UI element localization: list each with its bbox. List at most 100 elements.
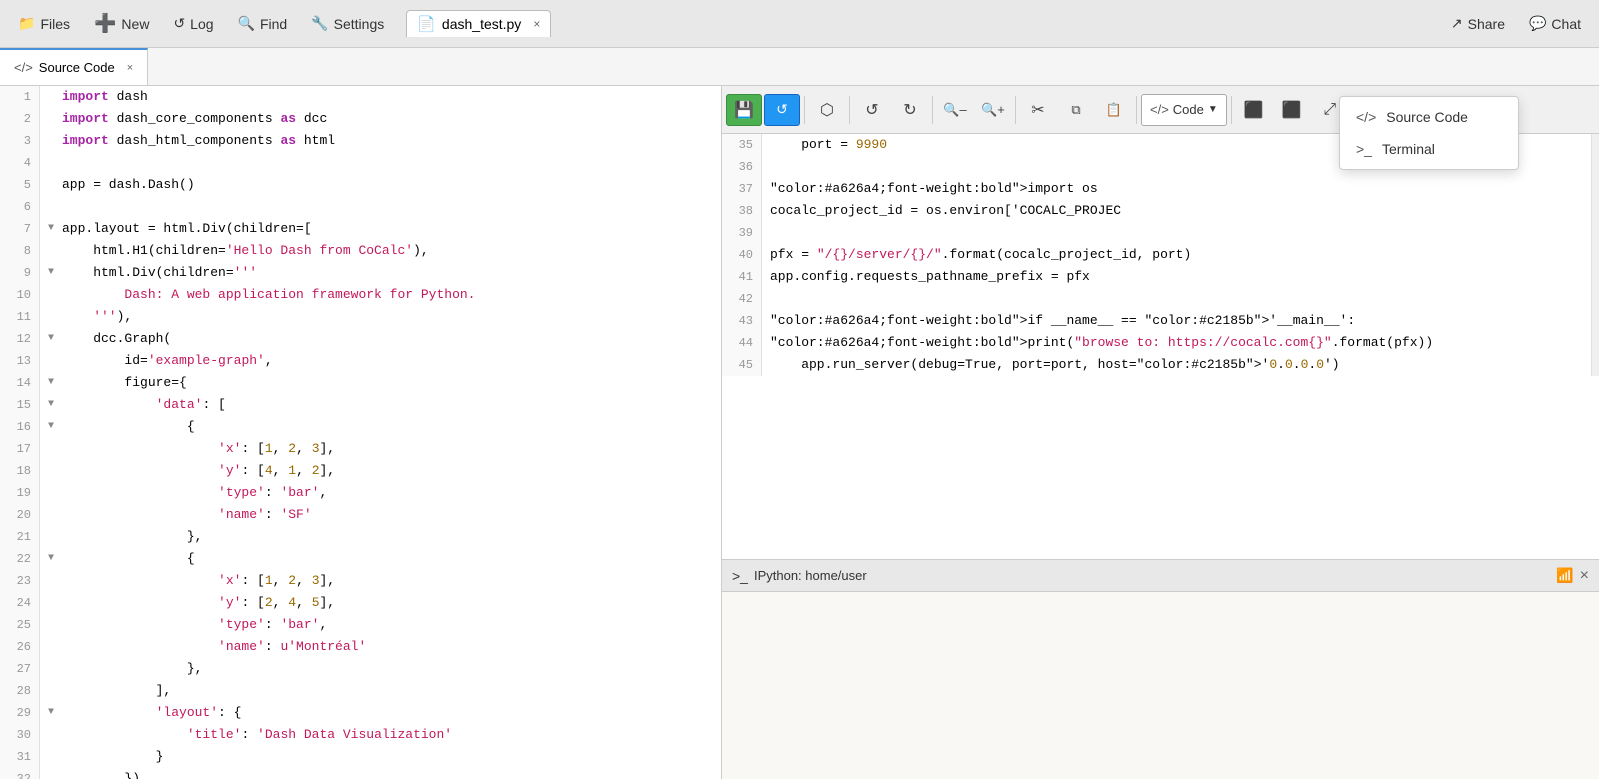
file-tab[interactable]: 📄 dash_test.py × (406, 10, 551, 37)
dropdown-source-code[interactable]: </> Source Code (1340, 101, 1518, 133)
fold-arrow[interactable] (48, 724, 62, 746)
line-number: 13 (4, 350, 31, 372)
code-line: "color:#a626a4;font-weight:bold">print("… (770, 332, 1591, 354)
undo-button[interactable]: ↺ (854, 94, 890, 126)
new-label: New (121, 16, 149, 32)
chat-button[interactable]: 💬 Chat (1519, 11, 1591, 36)
dropdown-terminal[interactable]: >_ Terminal (1340, 133, 1518, 165)
settings-label: Settings (334, 16, 385, 32)
fold-arrow[interactable]: ▼ (48, 394, 62, 416)
fold-arrow[interactable]: ▼ (48, 218, 62, 240)
paste-icon: 📋 (1106, 102, 1122, 118)
code-line: }, (48, 526, 721, 548)
split-vertical-button[interactable]: ⬛ (1274, 94, 1310, 126)
line-number: 7 (4, 218, 31, 240)
right-code-area[interactable]: 3536373839404142434445 port = 9990 "colo… (722, 134, 1599, 559)
code-line: 'name': 'SF' (48, 504, 721, 526)
left-code-area[interactable]: 1234567891011121314151617181920212223242… (0, 86, 721, 779)
right-gutter (1591, 134, 1599, 376)
fold-arrow[interactable] (48, 438, 62, 460)
fold-arrow[interactable] (48, 350, 62, 372)
log-button[interactable]: ↺ Log (163, 11, 223, 36)
fold-arrow[interactable] (48, 196, 62, 218)
fold-arrow[interactable] (48, 768, 62, 779)
toolbar-sep-2 (849, 96, 850, 124)
fold-arrow[interactable] (48, 130, 62, 152)
fold-arrow[interactable] (48, 526, 62, 548)
cut-button[interactable]: ✂ (1020, 94, 1056, 126)
fold-arrow[interactable] (48, 306, 62, 328)
fold-arrow[interactable]: ▼ (48, 702, 62, 724)
line-number: 19 (4, 482, 31, 504)
terminal-menu-icon: >_ (1356, 141, 1372, 157)
fold-arrow[interactable] (48, 482, 62, 504)
zoom-out-icon: 🔍– (943, 102, 966, 118)
code-line: Dash: A web application framework for Py… (48, 284, 721, 306)
line-number: 26 (4, 636, 31, 658)
fold-arrow[interactable] (48, 570, 62, 592)
copy-button[interactable]: ⧉ (1058, 94, 1094, 126)
find-button[interactable]: 🔍 Find (228, 11, 298, 36)
right-line-numbers: 3536373839404142434445 (722, 134, 762, 376)
network-button[interactable]: ⬡ (809, 94, 845, 126)
redo-button[interactable]: ↻ (892, 94, 928, 126)
code-type-dropdown-menu: </> Source Code >_ Terminal (1339, 96, 1519, 170)
line-number: 12 (4, 328, 31, 350)
fold-arrow[interactable] (48, 108, 62, 130)
fold-arrow[interactable]: ▼ (48, 548, 62, 570)
code-line: import dash_core_components as dcc (48, 108, 721, 130)
files-button[interactable]: 📁 Files (8, 11, 80, 36)
fold-arrow[interactable] (48, 504, 62, 526)
fold-arrow[interactable] (48, 152, 62, 174)
terminal-close-button[interactable]: × (1580, 567, 1589, 585)
toolbar-sep-4 (1015, 96, 1016, 124)
fold-arrow[interactable] (48, 680, 62, 702)
fold-arrow[interactable] (48, 174, 62, 196)
source-code-tab[interactable]: </> Source Code × (0, 48, 148, 85)
source-code-menu-icon: </> (1356, 109, 1376, 125)
timetravel-icon: ↺ (776, 101, 788, 118)
share-icon: ↗ (1451, 15, 1463, 32)
fold-arrow[interactable] (48, 86, 62, 108)
fullscreen-icon: ⤢ (1323, 101, 1336, 119)
code-line: 'type': 'bar', (48, 482, 721, 504)
fold-arrow[interactable] (48, 592, 62, 614)
fold-arrow[interactable]: ▼ (48, 416, 62, 438)
terminal-content[interactable] (722, 592, 1599, 779)
fold-arrow[interactable] (48, 460, 62, 482)
fold-arrow[interactable]: ▼ (48, 262, 62, 284)
settings-button[interactable]: 🔧 Settings (301, 11, 394, 36)
save-button[interactable]: 💾 (726, 94, 762, 126)
file-tab-icon: 📄 (417, 15, 436, 33)
line-number: 3 (4, 130, 31, 152)
file-tab-close[interactable]: × (533, 17, 540, 31)
code-line: 'title': 'Dash Data Visualization' (48, 724, 721, 746)
code-line: ▼ 'data': [ (48, 394, 721, 416)
code-line: ▼ html.Div(children=''' (48, 262, 721, 284)
plus-icon: ➕ (94, 13, 116, 34)
fold-arrow[interactable] (48, 284, 62, 306)
zoom-in-button[interactable]: 🔍+ (975, 94, 1011, 126)
fold-arrow[interactable] (48, 658, 62, 680)
share-button[interactable]: ↗ Share (1441, 11, 1515, 36)
terminal-title-icon: >_ (732, 568, 748, 584)
fold-arrow[interactable]: ▼ (48, 328, 62, 350)
log-label: Log (190, 16, 213, 32)
new-button[interactable]: ➕ New (84, 9, 159, 38)
fold-arrow[interactable]: ▼ (48, 372, 62, 394)
code-line: "color:#a626a4;font-weight:bold">import … (770, 178, 1591, 200)
fold-arrow[interactable] (48, 614, 62, 636)
source-code-tab-close[interactable]: × (127, 62, 133, 74)
code-dropdown[interactable]: </> Code ▼ (1141, 94, 1227, 126)
line-number: 28 (4, 680, 31, 702)
fold-arrow[interactable] (48, 240, 62, 262)
line-number: 4 (4, 152, 31, 174)
timetravel-button[interactable]: ↺ (764, 94, 800, 126)
fold-arrow[interactable] (48, 636, 62, 658)
paste-button[interactable]: 📋 (1096, 94, 1132, 126)
zoom-out-button[interactable]: 🔍– (937, 94, 973, 126)
redo-icon: ↻ (903, 100, 916, 120)
fold-arrow[interactable] (48, 746, 62, 768)
split-horizontal-button[interactable]: ⬛ (1236, 94, 1272, 126)
line-number: 24 (4, 592, 31, 614)
